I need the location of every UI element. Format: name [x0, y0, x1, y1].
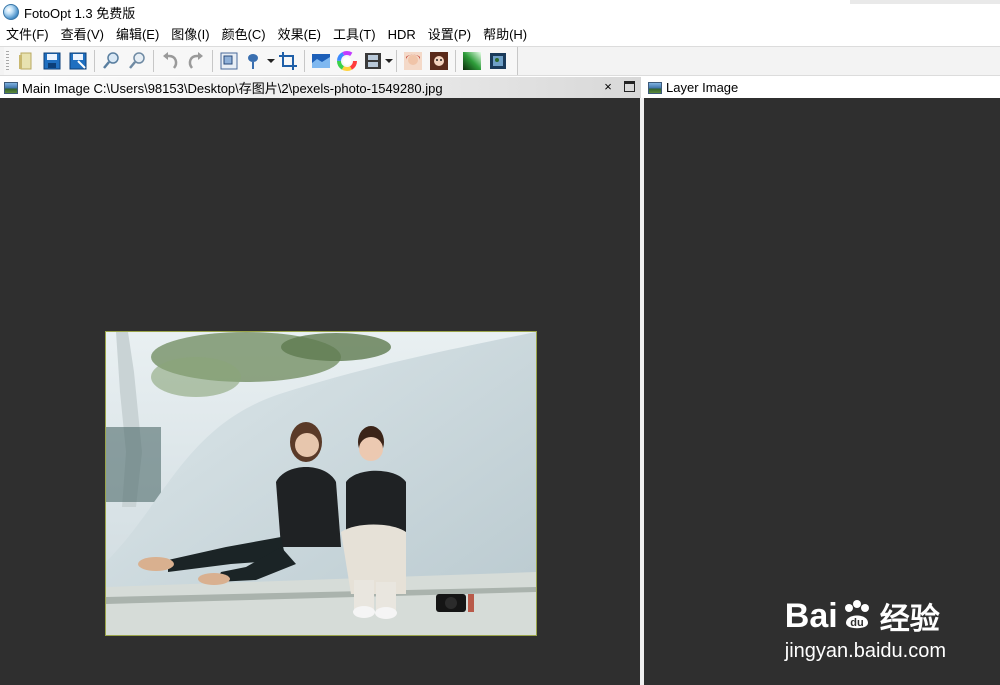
menu-effects[interactable]: 效果(E) — [272, 24, 327, 46]
close-panel-button[interactable]: × — [601, 79, 615, 94]
baidu-watermark: Bai du 经验 jingyan.baidu.com — [785, 594, 946, 663]
app-icon — [3, 4, 19, 20]
watermark-logo: Bai du 经验 — [785, 594, 946, 638]
levels-icon[interactable] — [310, 50, 332, 72]
watermark-url: jingyan.baidu.com — [784, 640, 946, 662]
toolbar-separator — [396, 50, 397, 72]
toolbar — [0, 46, 1000, 76]
toolbar-separator — [94, 50, 95, 72]
restore-panel-button[interactable] — [624, 81, 635, 92]
undo-icon[interactable] — [159, 50, 181, 72]
paw-icon: du — [844, 600, 869, 629]
rotate-icon[interactable] — [244, 50, 266, 72]
layer-image-canvas[interactable]: Bai du 经验 jingyan.baidu.com — [644, 98, 1000, 685]
svg-text:du: du — [850, 617, 863, 629]
menu-hdr[interactable]: HDR — [382, 24, 422, 46]
menu-settings[interactable]: 设置(P) — [422, 24, 477, 46]
photo-image — [106, 332, 536, 635]
save-as-icon[interactable] — [67, 50, 89, 72]
gradient-icon[interactable] — [461, 50, 483, 72]
open-icon[interactable] — [15, 50, 37, 72]
menu-color[interactable]: 颜色(C) — [216, 24, 272, 46]
portrait-cartoon-icon[interactable] — [428, 50, 450, 72]
menu-view[interactable]: 查看(V) — [55, 24, 110, 46]
menu-image[interactable]: 图像(I) — [165, 24, 215, 46]
zoom-in-icon[interactable] — [100, 50, 122, 72]
main-image-title: Main Image C:\Users\98153\Desktop\存图片\2\… — [22, 81, 443, 96]
portrait-icon[interactable] — [402, 50, 424, 72]
redo-icon[interactable] — [185, 50, 207, 72]
filmstrip-icon[interactable] — [362, 50, 384, 72]
title-bar: FotoOpt 1.3 免费版 — [0, 0, 1000, 24]
image-doc-icon — [4, 81, 18, 94]
toolbar-separator — [455, 50, 456, 72]
toolbar-grip[interactable] — [6, 51, 9, 71]
menu-bar: 文件(F) 查看(V) 编辑(E) 图像(I) 颜色(C) 效果(E) 工具(T… — [0, 24, 1000, 46]
toolbar-strip — [4, 47, 518, 75]
filmstrip-dropdown[interactable] — [385, 50, 393, 72]
save-icon[interactable] — [41, 50, 63, 72]
menu-tools[interactable]: 工具(T) — [327, 24, 382, 46]
layer-doc-icon — [648, 81, 662, 94]
watermark-brand-cn: 经验 — [879, 603, 940, 636]
title-bar-edge — [850, 0, 1000, 4]
toolbar-separator — [153, 50, 154, 72]
photo-frame-icon[interactable] — [487, 50, 509, 72]
layer-image-title: Layer Image — [666, 80, 739, 95]
resize-icon[interactable] — [218, 50, 240, 72]
toolbar-separator — [304, 50, 305, 72]
menu-file[interactable]: 文件(F) — [0, 24, 55, 46]
crop-icon[interactable] — [277, 50, 299, 72]
toolbar-separator — [212, 50, 213, 72]
color-wheel-icon[interactable] — [336, 50, 358, 72]
watermark-brand: Bai — [784, 596, 838, 635]
window-title: FotoOpt 1.3 免费版 — [24, 5, 136, 21]
rotate-dropdown[interactable] — [267, 50, 275, 72]
menu-help[interactable]: 帮助(H) — [477, 24, 533, 46]
main-image-canvas[interactable] — [0, 98, 640, 685]
zoom-out-icon[interactable] — [126, 50, 148, 72]
layer-image-header: Layer Image — [644, 77, 1000, 98]
menu-edit[interactable]: 编辑(E) — [110, 24, 165, 46]
main-photo[interactable] — [105, 331, 537, 636]
main-image-header: Main Image C:\Users\98153\Desktop\存图片\2\… — [0, 77, 641, 98]
